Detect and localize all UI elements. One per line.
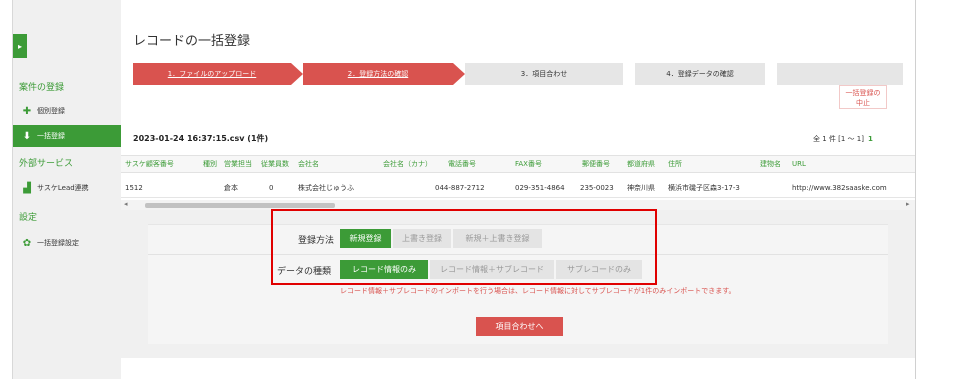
step-arrow <box>291 63 303 85</box>
step-arrow <box>765 63 777 85</box>
chevron-right-icon: ▸ <box>17 41 22 51</box>
step-mapping: 3．項目合わせ <box>465 63 623 85</box>
table-cell: 株式会社じゅうふ <box>298 183 354 192</box>
table-cell: 0 <box>269 183 274 192</box>
column-header[interactable]: 営業担当 <box>224 156 252 172</box>
table-row: 1512 倉本 0 株式会社じゅうふ 044-887-2712 029-351-… <box>121 178 915 198</box>
sidebar-item-bulk-settings[interactable]: ✿ 一括登録設定 <box>13 232 121 254</box>
table-cell: 1512 <box>125 183 143 192</box>
scrollbar-thumb[interactable] <box>145 203 335 208</box>
sidebar-item-label: 個別登録 <box>37 107 65 115</box>
table-cell: 神奈川県 <box>627 183 655 192</box>
step-arrow <box>453 63 465 85</box>
column-header[interactable]: 都道府県 <box>627 156 655 172</box>
cancel-bulk-button[interactable]: 一括登録の 中止 <box>839 85 887 109</box>
sidebar-section-registration: 案件の登録 <box>19 83 65 93</box>
scroll-left-icon[interactable]: ◂ <box>124 200 128 208</box>
column-header[interactable]: 種別 <box>203 156 217 172</box>
sidebar-item-lead-integration[interactable]: ▟ サスケLead連携 <box>13 177 121 199</box>
page-title: レコードの一括登録 <box>133 34 251 49</box>
column-header[interactable]: サスケ顧客番号 <box>125 156 174 172</box>
next-mapping-button[interactable]: 項目合わせへ <box>476 317 563 336</box>
step-progress: 1．ファイルのアップロード 2．登録方法の確認 3．項目合わせ 4．登録データの… <box>133 63 903 85</box>
step-trailing <box>777 63 903 85</box>
record-count: 全 1 件 [1 ～ 1] 1 <box>813 134 873 144</box>
column-header[interactable]: 従業員数 <box>261 156 289 172</box>
sidebar-section-settings: 設定 <box>19 213 38 223</box>
step-confirm: 4．登録データの確認 <box>635 63 765 85</box>
gear-icon: ✿ <box>22 237 32 249</box>
table-cell: http://www.382saaske.com <box>792 183 887 192</box>
column-header[interactable]: URL <box>792 156 806 172</box>
step-method[interactable]: 2．登録方法の確認 <box>303 63 453 85</box>
sidebar-item-individual-register[interactable]: ✚ 個別登録 <box>13 100 121 122</box>
cancel-label-line2: 中止 <box>856 99 870 107</box>
sidebar-item-label: サスケLead連携 <box>37 184 89 192</box>
sidebar-item-label: 一括登録設定 <box>37 239 79 247</box>
column-header[interactable]: FAX番号 <box>515 156 542 172</box>
column-header[interactable]: 建物名 <box>760 156 781 172</box>
column-header[interactable]: 電話番号 <box>448 156 476 172</box>
right-border <box>915 0 916 379</box>
file-name: 2023-01-24 16:37:15.csv (1件) <box>133 134 269 143</box>
cancel-label-line1: 一括登録の <box>845 89 881 97</box>
step-upload[interactable]: 1．ファイルのアップロード <box>133 63 291 85</box>
table-cell: 044-887-2712 <box>435 183 485 192</box>
column-header[interactable]: 会社名 <box>298 156 319 172</box>
step-arrow <box>623 63 635 85</box>
column-header[interactable]: 郵便番号 <box>582 156 610 172</box>
sidebar: ▸ 案件の登録 ✚ 個別登録 ⬇ 一括登録 外部サービス ▟ サスケLead連携… <box>13 0 121 379</box>
integration-icon: ▟ <box>23 182 31 194</box>
page-number-link[interactable]: 1 <box>868 135 873 143</box>
scroll-right-icon[interactable]: ▸ <box>906 200 910 208</box>
subrecord-note: レコード情報＋サブレコードのインポートを行う場合は、レコード情報に対してサブレコ… <box>340 287 736 295</box>
sidebar-item-label: 一括登録 <box>37 132 65 140</box>
table-cell: 横浜市磯子区森3-17-3 <box>668 183 740 192</box>
plus-icon: ✚ <box>22 105 32 117</box>
highlight-annotation <box>271 209 657 285</box>
record-count-summary: 全 1 件 [1 ～ 1] <box>813 135 864 143</box>
sidebar-item-bulk-register[interactable]: ⬇ 一括登録 <box>13 125 121 147</box>
sidebar-section-external-services: 外部サービス <box>19 159 74 169</box>
column-header[interactable]: 住所 <box>668 156 682 172</box>
bulk-import-icon: ⬇ <box>22 130 32 142</box>
sidebar-toggle-button[interactable]: ▸ <box>13 34 27 58</box>
table-cell: 029-351-4864 <box>515 183 565 192</box>
table-cell: 倉本 <box>224 183 238 192</box>
column-header[interactable]: 会社名（カナ） <box>383 156 432 172</box>
table-header: サスケ顧客番号 種別 営業担当 従業員数 会社名 会社名（カナ） 電話番号 FA… <box>121 155 915 173</box>
table-cell: 235-0023 <box>580 183 614 192</box>
